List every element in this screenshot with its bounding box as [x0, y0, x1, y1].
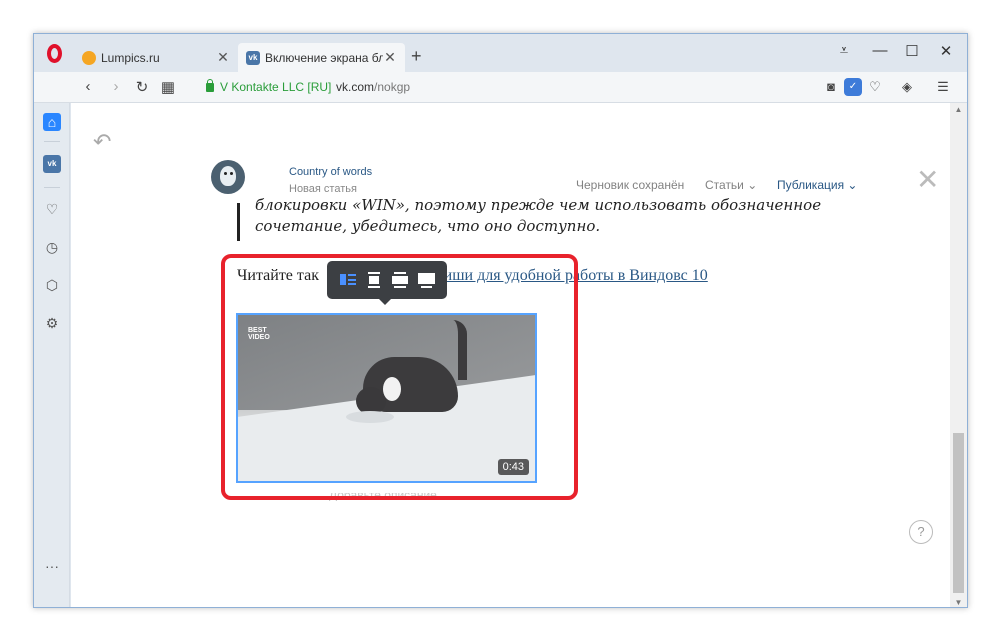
opera-menu-icon[interactable]: [44, 42, 64, 64]
page-content: ↶ ✕ Country of words Новая статья Чернов…: [71, 103, 951, 607]
snapshot-icon[interactable]: ◙: [822, 78, 840, 96]
tab-menu-icon[interactable]: ⩡: [832, 42, 856, 59]
url-host: vk.com: [336, 80, 375, 94]
more-icon[interactable]: ···: [43, 557, 61, 575]
forward-button[interactable]: ›: [106, 78, 126, 95]
close-window-button[interactable]: ✕: [934, 42, 958, 60]
tab-strip: Lumpics.ru ✕ vk Включение экрана блоки ✕…: [34, 34, 967, 72]
tab-title: Включение экрана блоки: [265, 50, 383, 65]
settings-icon[interactable]: ⚙: [43, 314, 61, 332]
page-scrollbar[interactable]: ▲ ▼: [950, 103, 967, 607]
back-button[interactable]: ‹: [78, 78, 98, 95]
tab-lumpics[interactable]: Lumpics.ru ✕: [74, 43, 238, 72]
publish-menu[interactable]: Публикация ⌄: [777, 178, 857, 192]
scroll-up-icon[interactable]: ▲: [950, 105, 967, 114]
scroll-down-icon[interactable]: ▼: [950, 598, 967, 607]
draft-status: Черновик сохранён: [576, 178, 685, 192]
article-subtitle: Новая статья: [289, 183, 357, 195]
author-name[interactable]: Country of words: [289, 166, 372, 178]
reload-button[interactable]: ↻: [132, 78, 152, 96]
vk-icon[interactable]: vk: [43, 155, 61, 173]
address-bar: ‹ › ↻ ▦ V Kontakte LLC [RU] vk.com/nokgp…: [34, 72, 967, 103]
site-identity-text: V Kontakte LLC [RU]: [220, 80, 332, 94]
annotation-highlight-box: [221, 254, 578, 500]
close-editor-icon[interactable]: ✕: [916, 163, 939, 196]
lock-icon: [206, 78, 214, 92]
history-icon[interactable]: ◷: [43, 238, 61, 256]
home-icon[interactable]: ⌂: [43, 113, 61, 131]
new-tab-button[interactable]: +: [411, 46, 422, 67]
maximize-button[interactable]: ☐: [900, 42, 924, 60]
speed-dial-button[interactable]: ▦: [158, 78, 178, 96]
bookmark-heart-icon[interactable]: ♡: [866, 78, 884, 96]
tab-close-icon[interactable]: ✕: [216, 49, 230, 66]
help-button[interactable]: ?: [909, 520, 933, 544]
quote-bar: [237, 203, 240, 241]
heart-icon[interactable]: ♡: [43, 200, 61, 218]
extension-icon[interactable]: ◈: [898, 78, 916, 96]
quote-line: сочетание, убедитесь, что оно доступно.: [255, 217, 601, 235]
tab-title: Lumpics.ru: [101, 50, 160, 65]
site-identity-badge[interactable]: V Kontakte LLC [RU]: [206, 78, 332, 94]
avatar[interactable]: [211, 160, 245, 194]
sidebar-divider: [44, 141, 60, 142]
sidebar: ⌂ vk ♡ ◷ ⬡ ⚙ ···: [34, 103, 70, 607]
vpn-shield-icon[interactable]: ✓: [844, 78, 862, 96]
minimize-button[interactable]: —: [868, 42, 892, 59]
url-path: /nokgp: [374, 80, 411, 94]
tab-vk-article[interactable]: vk Включение экрана блоки ✕: [238, 43, 405, 72]
lumpics-favicon-icon: [82, 50, 96, 65]
sidebar-divider: [44, 187, 60, 188]
scroll-thumb[interactable]: [953, 433, 964, 593]
screenshot-stage: Lumpics.ru ✕ vk Включение экрана блоки ✕…: [0, 0, 1000, 641]
tab-close-icon[interactable]: ✕: [383, 49, 397, 66]
quote-line: блокировки «WIN», поэтому прежде чем исп…: [255, 198, 822, 214]
undo-icon[interactable]: ↶: [93, 129, 111, 155]
easy-setup-icon[interactable]: ☰: [934, 78, 952, 96]
quote-text[interactable]: блокировки «WIN», поэтому прежде чем исп…: [255, 198, 855, 239]
vk-favicon-icon: vk: [246, 50, 260, 65]
browser-window: Lumpics.ru ✕ vk Включение экрана блоки ✕…: [33, 33, 968, 608]
articles-menu[interactable]: Статьи ⌄: [705, 178, 757, 192]
url-field[interactable]: vk.com/nokgp: [336, 80, 410, 94]
cube-icon[interactable]: ⬡: [43, 276, 61, 294]
